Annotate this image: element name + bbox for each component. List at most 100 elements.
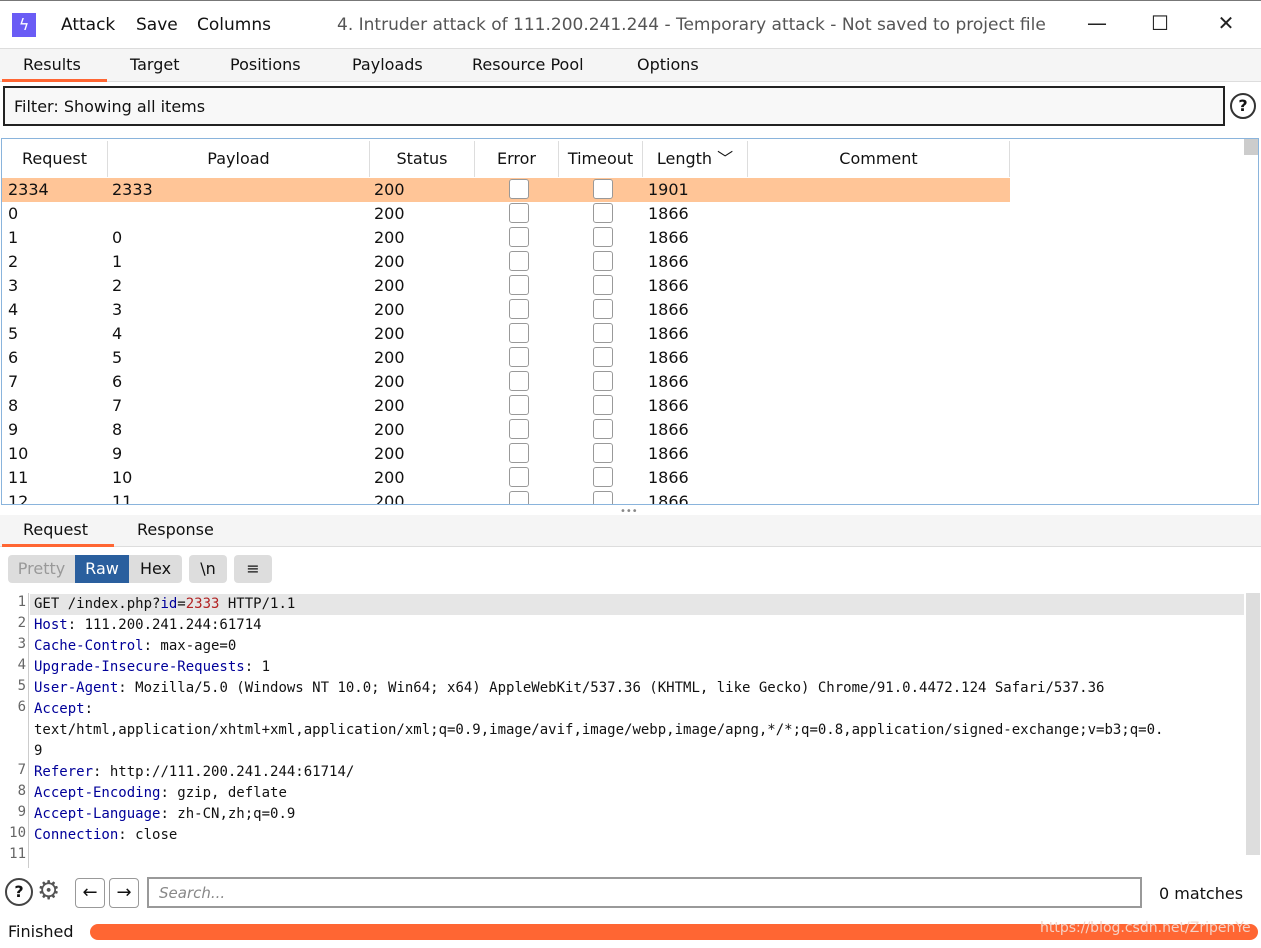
request-editor[interactable]: 1 GET /index.php?id=2333 HTTP/1.1 2 Host: 1… (0, 593, 1245, 868)
cell-length: 1866 (648, 276, 689, 295)
cell-length: 1866 (648, 300, 689, 319)
cell-request: 11 (8, 468, 29, 487)
status-text: Finished (8, 922, 74, 941)
table-row[interactable]: 12 11 200 1866 (2, 490, 1010, 504)
error-checkbox[interactable] (509, 395, 529, 415)
timeout-checkbox[interactable] (593, 203, 613, 223)
next-match-button[interactable]: → (109, 878, 139, 908)
error-checkbox[interactable] (509, 371, 529, 391)
tab-positions[interactable]: Positions (230, 55, 301, 74)
header-value: = (177, 596, 186, 612)
cell-status: 200 (374, 228, 405, 247)
table-row[interactable]: 0 200 1866 (2, 202, 1010, 226)
timeout-checkbox[interactable] (593, 491, 613, 504)
tab-response[interactable]: Response (137, 520, 214, 539)
options-menu-icon[interactable]: ≡ (234, 555, 272, 583)
help-icon[interactable]: ? (5, 878, 33, 906)
error-checkbox[interactable] (509, 299, 529, 319)
error-checkbox[interactable] (509, 347, 529, 367)
error-checkbox[interactable] (509, 227, 529, 247)
error-checkbox[interactable] (509, 179, 529, 199)
menu-save[interactable]: Save (136, 15, 178, 35)
hex-button[interactable]: Hex (129, 555, 182, 583)
cell-status: 200 (374, 468, 405, 487)
table-row[interactable]: 1 0 200 1866 (2, 226, 1010, 250)
editor-scrollbar[interactable] (1246, 593, 1260, 855)
cell-length: 1866 (648, 228, 689, 247)
previous-match-button[interactable]: ← (75, 878, 105, 908)
error-checkbox[interactable] (509, 491, 529, 504)
menu-attack[interactable]: Attack (61, 15, 115, 35)
results-table: Request Payload Status Error Timeout Len… (1, 138, 1259, 505)
timeout-checkbox[interactable] (593, 179, 613, 199)
header-value: : gzip, deflate (160, 785, 287, 801)
timeout-checkbox[interactable] (593, 371, 613, 391)
table-row[interactable]: 3 2 200 1866 (2, 274, 1010, 298)
timeout-checkbox[interactable] (593, 251, 613, 271)
tab-resource-pool[interactable]: Resource Pool (472, 55, 584, 74)
close-button[interactable]: ✕ (1211, 11, 1241, 35)
timeout-checkbox[interactable] (593, 395, 613, 415)
cell-status: 200 (374, 276, 405, 295)
timeout-checkbox[interactable] (593, 443, 613, 463)
column-header-timeout[interactable]: Timeout (559, 141, 643, 177)
maximize-button[interactable]: ☐ (1145, 11, 1175, 35)
tab-results[interactable]: Results (23, 55, 81, 74)
column-header-payload[interactable]: Payload (108, 141, 370, 177)
column-header-status[interactable]: Status (370, 141, 475, 177)
timeout-checkbox[interactable] (593, 227, 613, 247)
raw-button[interactable]: Raw (75, 555, 129, 583)
table-row[interactable]: 6 5 200 1866 (2, 346, 1010, 370)
timeout-checkbox[interactable] (593, 467, 613, 487)
column-header-comment[interactable]: Comment (748, 141, 1010, 177)
error-checkbox[interactable] (509, 251, 529, 271)
table-row[interactable]: 8 7 200 1866 (2, 394, 1010, 418)
table-row[interactable]: 11 10 200 1866 (2, 466, 1010, 490)
header-value: : Mozilla/5.0 (Windows NT 10.0; Win64; x… (118, 680, 1105, 696)
header-name: Cache-Control (34, 638, 144, 654)
error-checkbox[interactable] (509, 275, 529, 295)
table-row[interactable]: 2334 2333 200 1901 (2, 178, 1010, 202)
code-line: GET /index.php?id=2333 HTTP/1.1 (34, 594, 295, 615)
gear-icon[interactable]: ⚙ (37, 876, 60, 906)
search-input[interactable]: Search... (147, 877, 1142, 908)
help-icon[interactable]: ? (1230, 93, 1256, 119)
column-header-error[interactable]: Error (475, 141, 559, 177)
cell-status: 200 (374, 348, 405, 367)
code-line: Referer: http://111.200.241.244:61714/ (34, 762, 354, 783)
line-number: 3 (17, 636, 26, 652)
error-checkbox[interactable] (509, 467, 529, 487)
error-checkbox[interactable] (509, 443, 529, 463)
cell-payload: 1 (112, 252, 123, 271)
error-checkbox[interactable] (509, 419, 529, 439)
line-number: 6 (17, 699, 26, 715)
header-value: : close (118, 827, 178, 843)
column-header-request[interactable]: Request (2, 141, 108, 177)
menu-columns[interactable]: Columns (197, 15, 271, 35)
table-scrollbar[interactable] (1244, 139, 1258, 155)
tab-target[interactable]: Target (130, 55, 180, 74)
filter-bar[interactable]: Filter: Showing all items (3, 86, 1225, 126)
pretty-button[interactable]: Pretty (8, 555, 75, 583)
tab-payloads[interactable]: Payloads (352, 55, 423, 74)
table-row[interactable]: 7 6 200 1866 (2, 370, 1010, 394)
tab-options[interactable]: Options (637, 55, 699, 74)
table-row[interactable]: 4 3 200 1866 (2, 298, 1010, 322)
table-row[interactable]: 10 9 200 1866 (2, 442, 1010, 466)
timeout-checkbox[interactable] (593, 419, 613, 439)
error-checkbox[interactable] (509, 203, 529, 223)
minimize-button[interactable]: — (1082, 11, 1112, 35)
cell-request: 0 (8, 204, 19, 223)
table-row[interactable]: 2 1 200 1866 (2, 250, 1010, 274)
table-row[interactable]: 5 4 200 1866 (2, 322, 1010, 346)
tab-request[interactable]: Request (23, 520, 88, 539)
error-checkbox[interactable] (509, 323, 529, 343)
cell-status: 200 (374, 372, 405, 391)
timeout-checkbox[interactable] (593, 275, 613, 295)
table-row[interactable]: 9 8 200 1866 (2, 418, 1010, 442)
column-header-length[interactable]: Length ﹀ (643, 141, 748, 177)
timeout-checkbox[interactable] (593, 299, 613, 319)
newline-toggle-button[interactable]: \n (189, 555, 227, 583)
timeout-checkbox[interactable] (593, 323, 613, 343)
timeout-checkbox[interactable] (593, 347, 613, 367)
